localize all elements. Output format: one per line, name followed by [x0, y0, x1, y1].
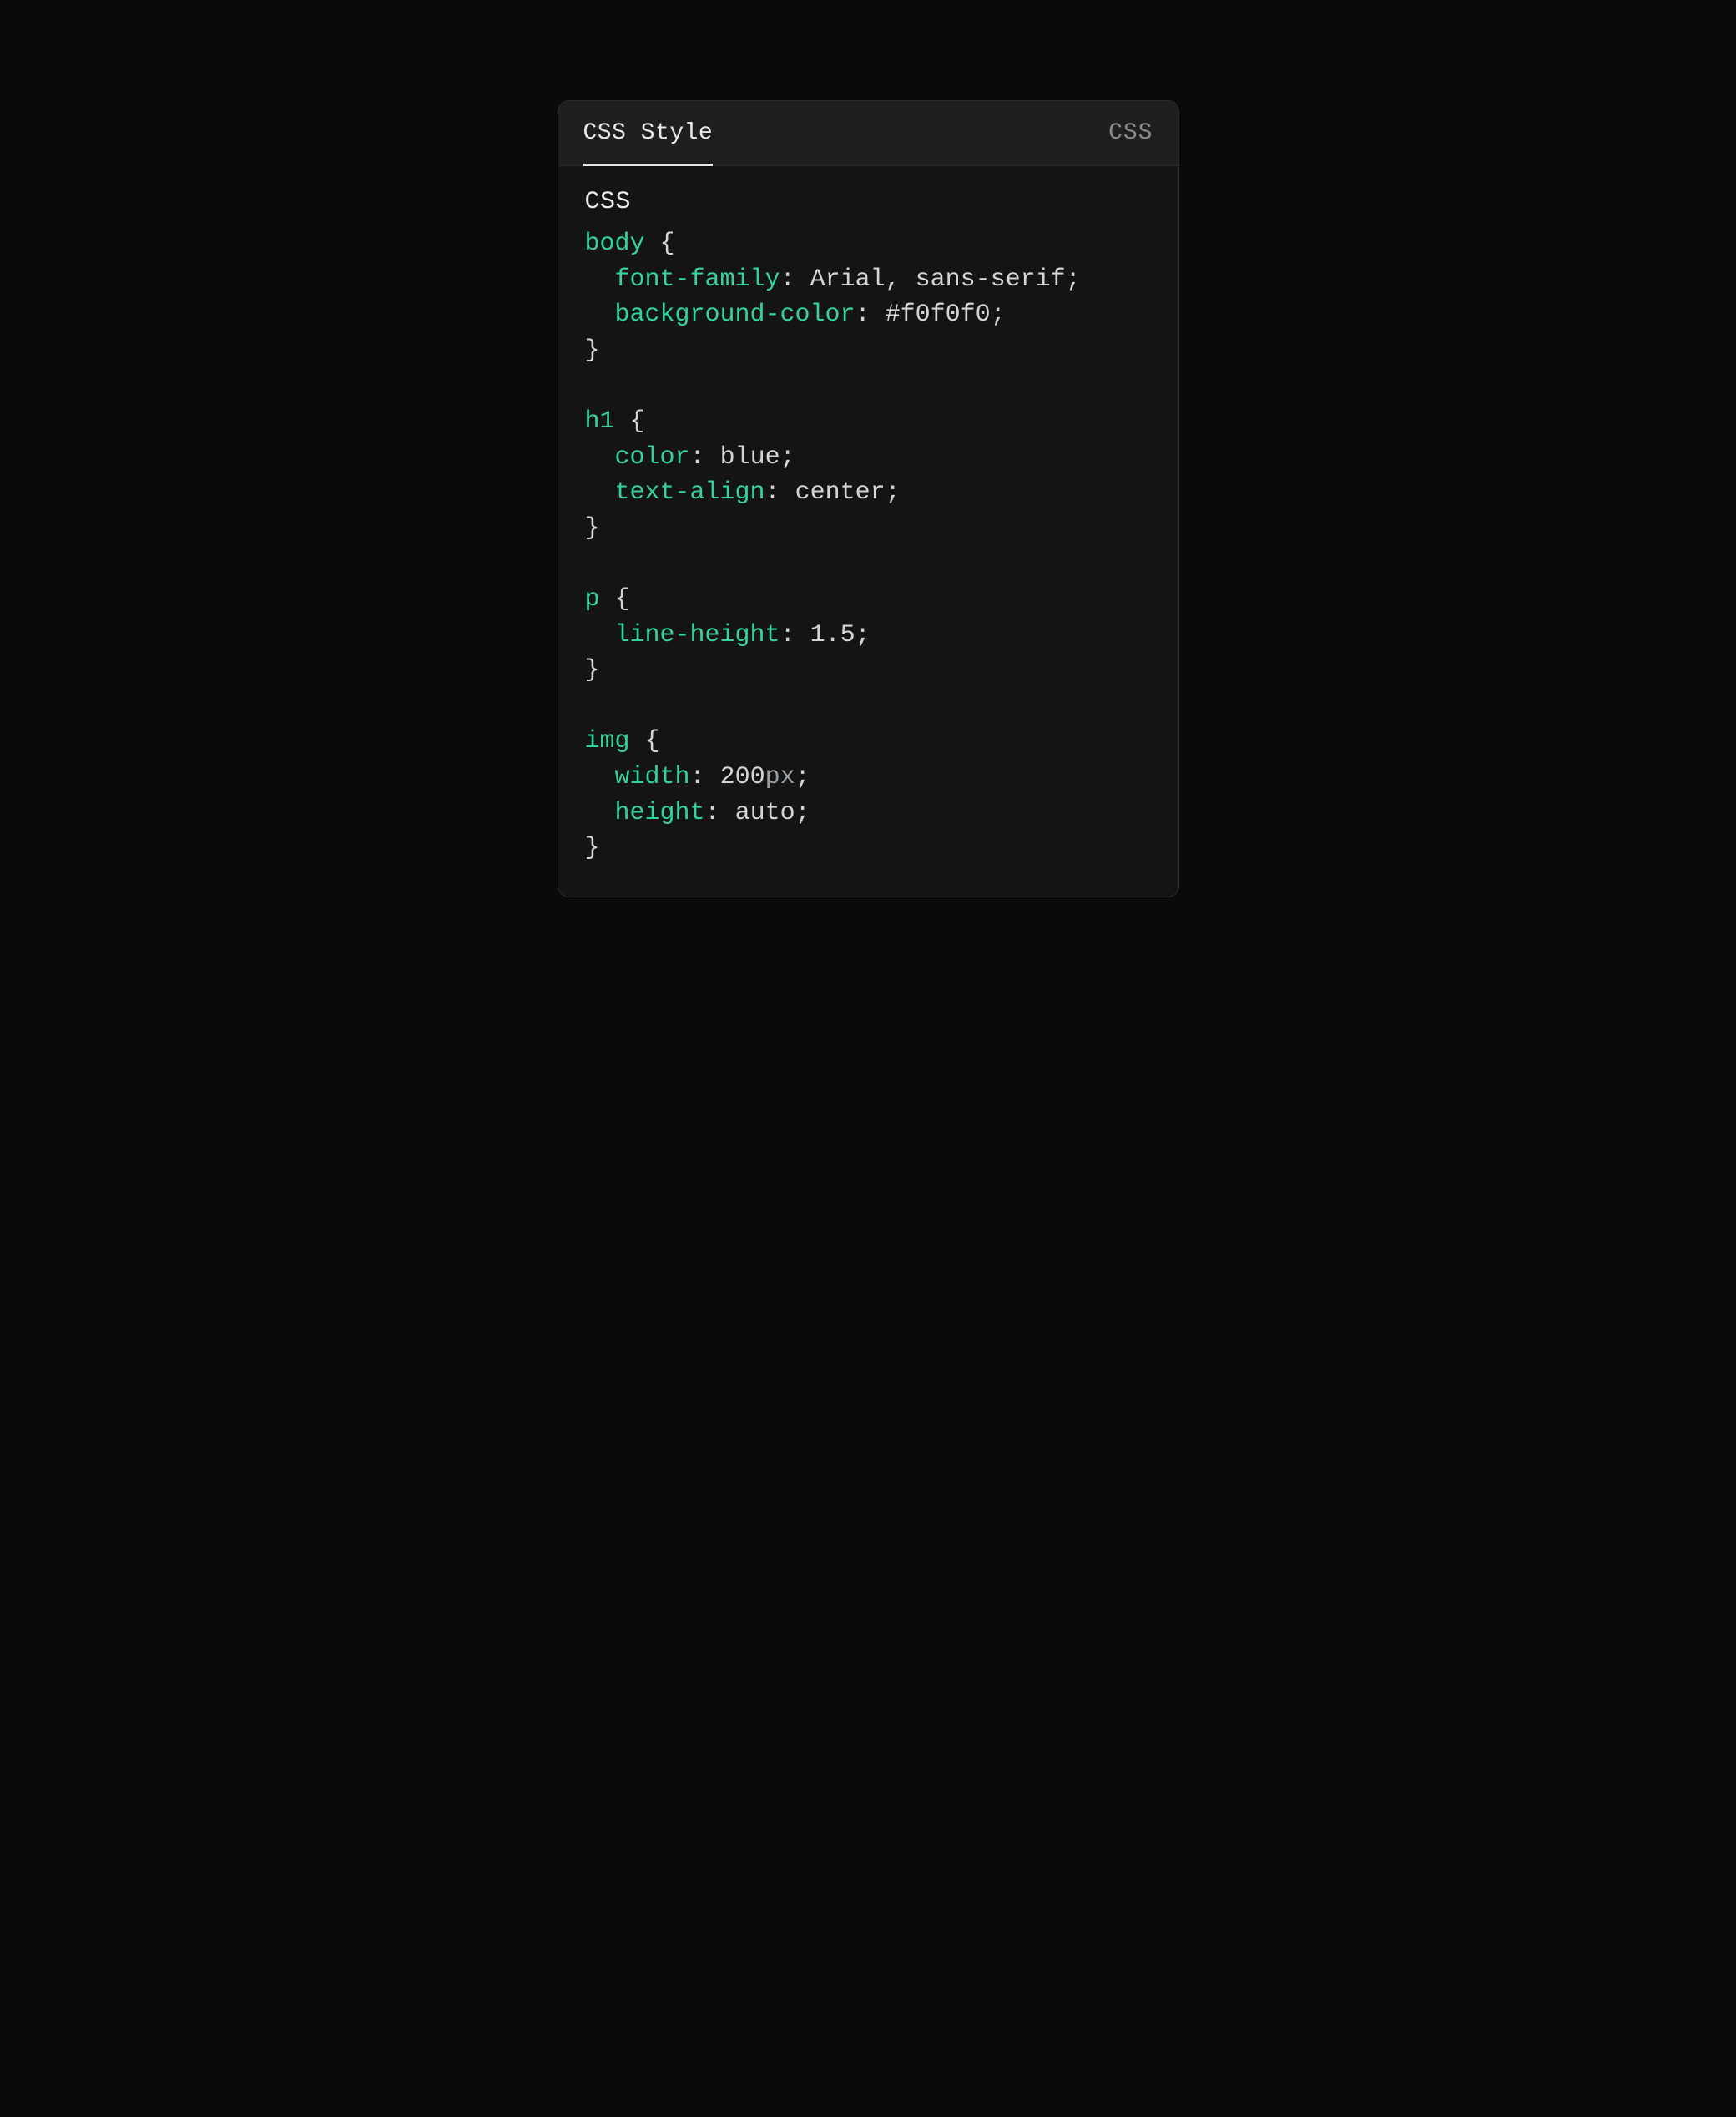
code-token: {	[660, 230, 675, 258]
language-badge-text: CSS	[1108, 120, 1153, 146]
code-body-title: CSS	[585, 188, 1152, 216]
code-token: line-height	[615, 621, 780, 649]
code-token	[795, 265, 810, 294]
code-token: ;	[780, 443, 795, 472]
code-token: ,	[886, 265, 901, 294]
language-badge: CSS	[1108, 120, 1153, 146]
code-token: {	[645, 727, 660, 755]
code-token: sans-serif	[916, 265, 1066, 294]
code-token: }	[585, 656, 600, 685]
code-token: p	[585, 585, 600, 614]
code-token: blue	[720, 443, 780, 472]
code-token: img	[585, 727, 630, 755]
code-token: }	[585, 514, 600, 543]
code-token: ;	[886, 478, 901, 507]
code-token	[780, 478, 795, 507]
code-token: :	[690, 763, 705, 791]
code-token	[585, 443, 615, 472]
code-token: height	[615, 799, 705, 827]
code-token: {	[630, 407, 645, 436]
code-token: 200	[720, 763, 765, 791]
code-token: :	[705, 799, 720, 827]
code-token: text-align	[615, 478, 765, 507]
code-token	[585, 301, 615, 329]
code-token: 1.5	[810, 621, 855, 649]
code-token: ;	[991, 301, 1006, 329]
code-token: font-family	[615, 265, 780, 294]
code-token	[871, 301, 886, 329]
code-token	[585, 621, 615, 649]
code-token	[901, 265, 916, 294]
code-token: {	[615, 585, 630, 614]
panel-header: CSS Style CSS	[558, 101, 1178, 166]
code-token: auto	[735, 799, 795, 827]
code-token: }	[585, 336, 600, 365]
code-token	[645, 230, 660, 258]
code-token: ;	[855, 621, 871, 649]
code-token: :	[780, 621, 795, 649]
code-panel: CSS Style CSS CSS body { font-family: Ar…	[558, 100, 1179, 897]
code-token: :	[780, 265, 795, 294]
code-token: center	[795, 478, 886, 507]
code-token: ;	[795, 763, 810, 791]
code-token: :	[690, 443, 705, 472]
tab-label: CSS Style	[583, 120, 714, 146]
code-token: Arial	[810, 265, 886, 294]
code-token: h1	[585, 407, 615, 436]
code-token: ;	[795, 799, 810, 827]
code-token	[585, 763, 615, 791]
code-token: #f0f0f0	[886, 301, 991, 329]
code-token: color	[615, 443, 690, 472]
code-token: background-color	[615, 301, 855, 329]
code-token	[705, 443, 720, 472]
code-token: }	[585, 834, 600, 862]
code-token: :	[765, 478, 780, 507]
code-token	[585, 265, 615, 294]
panel-body: CSS body { font-family: Arial, sans-seri…	[558, 166, 1178, 897]
code-token: ;	[1066, 265, 1081, 294]
code-token: px	[765, 763, 795, 791]
code-token	[600, 585, 615, 614]
code-token	[720, 799, 735, 827]
code-token: body	[585, 230, 645, 258]
code-token: :	[855, 301, 871, 329]
code-token	[705, 763, 720, 791]
code-token	[615, 407, 630, 436]
code-token: width	[615, 763, 690, 791]
code-block[interactable]: body { font-family: Arial, sans-serif; b…	[585, 226, 1152, 867]
code-token	[630, 727, 645, 755]
code-token	[795, 621, 810, 649]
code-token	[585, 799, 615, 827]
tab-css-style[interactable]: CSS Style	[583, 101, 714, 165]
code-token	[585, 478, 615, 507]
